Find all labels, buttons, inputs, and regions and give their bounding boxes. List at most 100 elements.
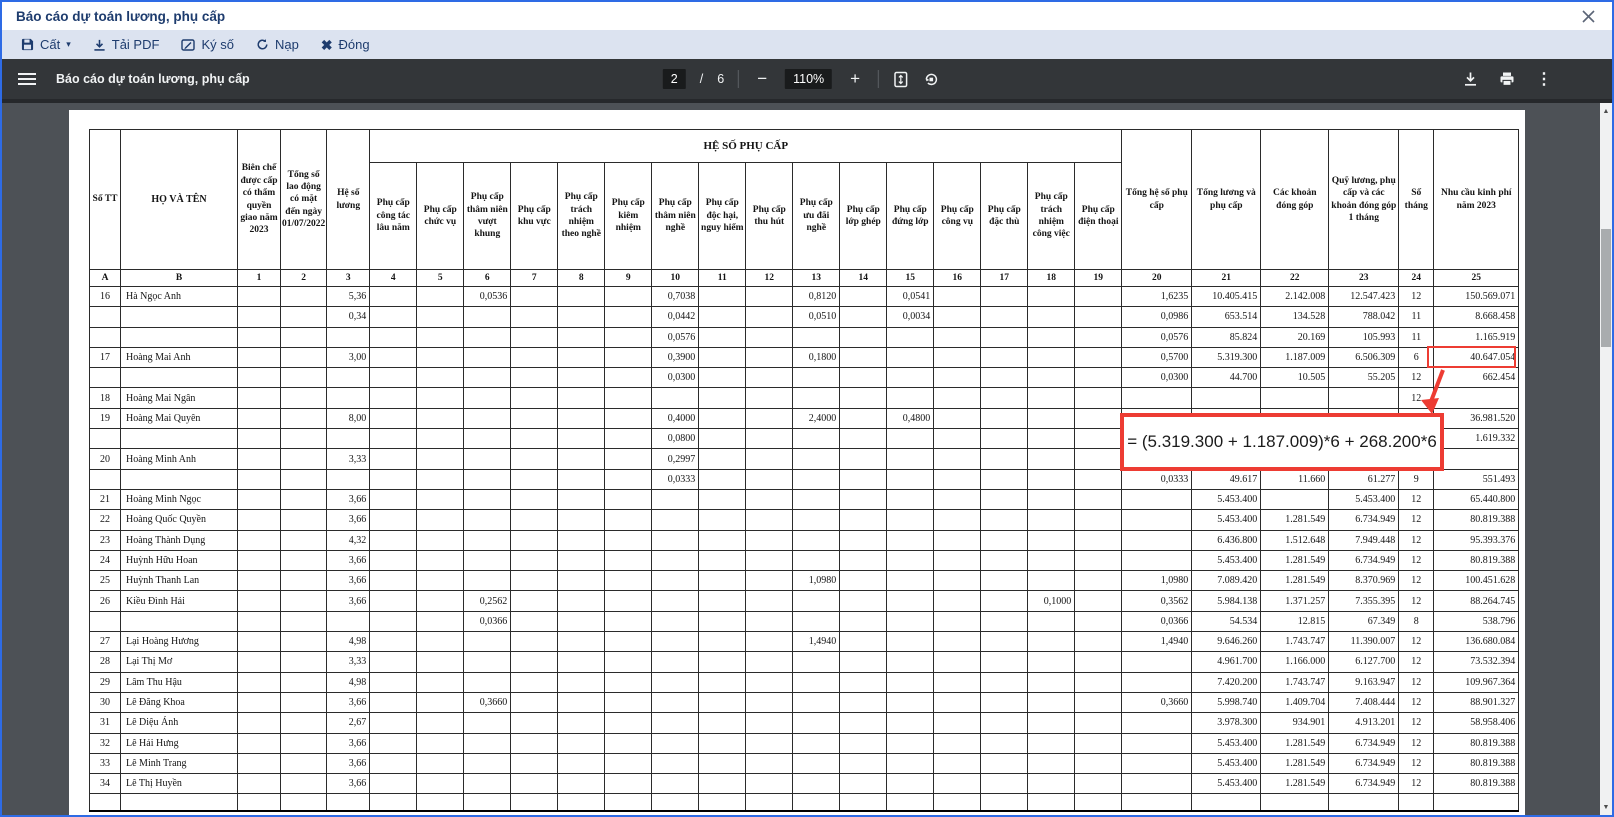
table-cell <box>604 306 653 328</box>
vertical-scrollbar[interactable]: ▲ ▼ <box>1600 103 1612 815</box>
table-cell <box>839 610 888 633</box>
index-cell: 24 <box>1398 269 1435 287</box>
table-cell <box>463 387 512 409</box>
table-cell <box>416 468 465 490</box>
table-cell <box>933 367 982 389</box>
table-cell <box>980 752 1029 775</box>
table-cell <box>604 346 653 369</box>
table-cell <box>120 468 238 490</box>
table-cell: 21 <box>89 488 121 511</box>
index-cell: 16 <box>933 269 982 287</box>
table-cell <box>369 671 418 693</box>
fit-page-button[interactable] <box>893 71 909 88</box>
index-cell: 13 <box>792 269 841 287</box>
close-x-icon: ✖ <box>320 36 333 53</box>
table-cell: 7.949.448 <box>1328 529 1400 551</box>
table-cell <box>698 712 747 734</box>
scroll-up-icon[interactable]: ▲ <box>1600 104 1612 118</box>
digital-sign-button[interactable]: Ký số <box>170 30 245 59</box>
table-cell <box>1074 346 1123 369</box>
table-row: 21 Hoàng Minh Ngọc 3,66 5.453.400 5.453.400 1… <box>89 488 1520 511</box>
header-name: HỌ VÀ TÊN <box>120 129 238 270</box>
zoom-in-button[interactable]: + <box>846 69 864 89</box>
table-cell: 1.281.549 <box>1260 570 1330 592</box>
table-cell <box>745 793 794 812</box>
table-cell <box>1027 793 1076 812</box>
page-number-input[interactable]: 2 <box>662 69 686 89</box>
close-document-button[interactable]: ✖ Đóng <box>310 30 381 59</box>
zoom-level: 110% <box>785 69 833 89</box>
window-close-button[interactable] <box>1578 6 1598 26</box>
header-allowance-15: Phụ cấp đứng lớp <box>886 162 935 270</box>
table-cell: 538.796 <box>1433 610 1520 633</box>
zoom-out-button[interactable]: − <box>753 69 771 89</box>
table-cell <box>510 671 559 693</box>
table-cell <box>463 570 512 592</box>
table-cell <box>510 752 559 775</box>
table-cell: 3.978.300 <box>1191 712 1262 734</box>
download-pdf-button[interactable]: Tải PDF <box>82 30 171 59</box>
table-cell <box>369 570 418 592</box>
scrollbar-thumb[interactable] <box>1601 229 1611 347</box>
table-cell <box>416 428 465 450</box>
table-cell: Lê Diệu Ánh <box>120 712 238 734</box>
table-cell <box>1027 752 1076 775</box>
table-cell <box>698 488 747 511</box>
table-cell <box>745 610 794 633</box>
index-cell: 21 <box>1191 269 1262 287</box>
table-cell <box>1121 387 1193 409</box>
table-cell <box>745 387 794 409</box>
table-cell <box>792 428 841 450</box>
more-options-button[interactable]: ⋮ <box>1536 69 1552 89</box>
page-total: 6 <box>717 72 725 86</box>
table-cell: 7.355.395 <box>1328 590 1400 612</box>
header-allowance-19: Phụ cấp điện thoại <box>1074 162 1123 270</box>
table-cell: 3,66 <box>326 570 371 592</box>
table-row: 0,0366 0,0366 54.534 12.815 67.349 8 538.796 <box>89 610 1520 633</box>
print-button[interactable] <box>1499 71 1515 87</box>
pdf-download-button[interactable] <box>1463 71 1478 87</box>
table-cell: Hoàng Mai Anh <box>120 346 238 369</box>
table-cell: 12 <box>1398 285 1435 308</box>
table-cell <box>279 346 328 369</box>
table-cell <box>745 549 794 572</box>
table-cell: 23 <box>89 529 121 551</box>
table-cell <box>1027 610 1076 633</box>
table-cell: 3,66 <box>326 549 371 572</box>
table-cell: 1.166.000 <box>1260 651 1330 673</box>
table-cell <box>980 285 1029 308</box>
save-button[interactable]: Cất ▾ <box>10 30 82 59</box>
index-cell: 8 <box>557 269 606 287</box>
table-cell <box>557 732 606 754</box>
table-row: 0,34 0,0442 0,0510 0,0034 0,0986 653.514 134.5… <box>89 306 1520 328</box>
table-cell: 1.187.009 <box>1260 346 1330 369</box>
table-cell: 17 <box>89 346 121 369</box>
annotation-arrow-icon <box>1421 369 1445 414</box>
table-cell: Lê Hải Hưng <box>120 732 238 754</box>
table-cell <box>839 326 888 348</box>
table-cell <box>1121 671 1193 693</box>
reload-button[interactable]: Nạp <box>245 30 310 59</box>
table-cell <box>792 732 841 754</box>
table-cell <box>839 570 888 592</box>
menu-icon[interactable] <box>18 70 36 88</box>
table-cell: 3,00 <box>326 346 371 369</box>
pdf-toolbar-left: Báo cáo dự toán lương, phụ cấp <box>2 70 250 88</box>
header-allowance-13: Phụ cấp ưu đãi nghề <box>792 162 841 270</box>
table-cell <box>1191 793 1262 812</box>
table-cell <box>369 488 418 511</box>
table-cell <box>279 691 328 714</box>
table-cell <box>980 712 1029 734</box>
rotate-button[interactable] <box>923 71 940 88</box>
caret-down-icon: ▾ <box>66 39 71 49</box>
table-cell <box>416 407 465 430</box>
table-cell <box>1074 549 1123 572</box>
table-cell <box>886 610 935 633</box>
header-allowance-18: Phụ cấp trách nhiệm công việc <box>1027 162 1076 270</box>
scroll-down-icon[interactable]: ▼ <box>1600 800 1612 814</box>
table-cell: 12 <box>1398 631 1435 653</box>
table-header-row: Số TT HỌ VÀ TÊN Biên chế được cấp có thẩ… <box>89 129 1520 270</box>
table-cell <box>510 346 559 369</box>
table-cell: 9.163.947 <box>1328 671 1400 693</box>
table-cell <box>279 631 328 653</box>
